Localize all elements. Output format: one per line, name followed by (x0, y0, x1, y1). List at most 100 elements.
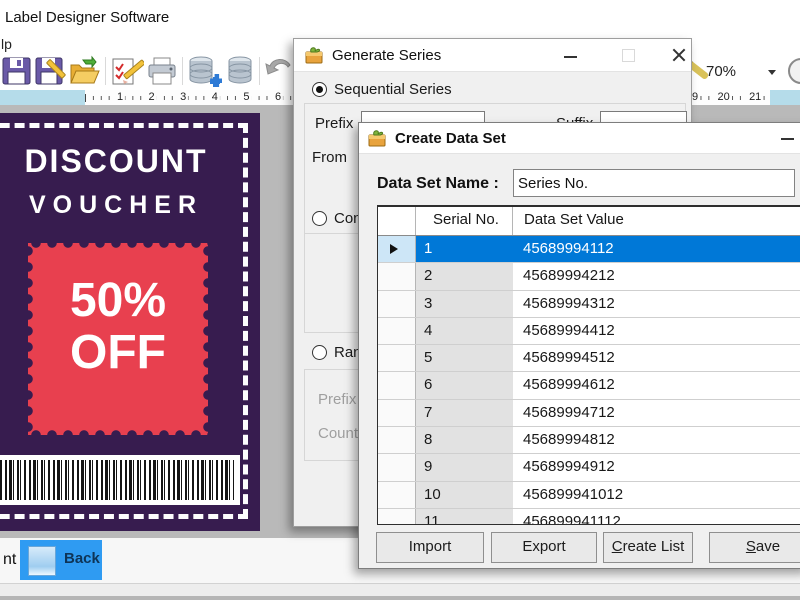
table-row[interactable]: 11 456899941112 (378, 508, 800, 524)
row-selector-cell[interactable] (378, 345, 416, 372)
radio-constant-series[interactable] (312, 211, 327, 226)
export-button[interactable]: Export (491, 532, 597, 563)
ruler-number: 20 (715, 91, 732, 104)
row-selector-cell[interactable] (378, 317, 416, 345)
maximize-button[interactable] (611, 42, 645, 66)
serial-cell[interactable]: 1 (416, 236, 521, 263)
serial-cell[interactable]: 2 (416, 263, 521, 290)
row-selector-cell[interactable] (378, 427, 416, 454)
serial-cell[interactable]: 8 (416, 427, 521, 454)
value-cell[interactable]: 45689994112 (513, 236, 800, 263)
value-cell[interactable]: 45689994312 (513, 290, 800, 317)
dialog-title: Generate Series (332, 47, 442, 64)
row-selector-cell[interactable] (378, 290, 416, 317)
serial-column-header[interactable]: Serial No. (433, 211, 499, 228)
row-selector-cell[interactable] (378, 508, 416, 524)
row-selector-cell[interactable] (378, 236, 416, 263)
value-cell[interactable]: 45689994212 (513, 263, 800, 290)
off-text: OFF (70, 326, 166, 379)
table-row[interactable]: 3 45689994312 (378, 290, 800, 318)
serial-cell[interactable]: 10 (416, 481, 521, 508)
dialog-title: Create Data Set (395, 130, 506, 147)
row-selector-cell[interactable] (378, 454, 416, 481)
barcode (0, 455, 240, 505)
discount-stamp: 50% OFF (28, 243, 208, 435)
dataset-table-header: Serial No. Data Set Value (378, 207, 800, 236)
import-button[interactable]: Import (376, 532, 484, 563)
close-button[interactable] (662, 42, 696, 66)
radio-random-series[interactable] (312, 345, 327, 360)
save-button[interactable]: Save (709, 532, 800, 563)
value-cell[interactable]: 45689994612 (513, 372, 800, 399)
value-column-header[interactable]: Data Set Value (524, 211, 624, 228)
toolbar-separator (259, 57, 260, 85)
prefix-disabled-label: Prefix (318, 391, 357, 408)
undo-icon[interactable] (263, 55, 295, 87)
radio-sequential-series[interactable] (312, 82, 327, 97)
serial-cell[interactable]: 5 (416, 345, 521, 372)
tab-front[interactable]: nt (3, 551, 16, 569)
table-row[interactable]: 8 45689994812 (378, 427, 800, 455)
toolbar-separator (105, 57, 106, 85)
serial-cell[interactable]: 9 (416, 454, 521, 481)
dataset-name-input[interactable] (513, 169, 795, 197)
table-row[interactable]: 2 45689994212 (378, 263, 800, 291)
table-row[interactable]: 6 45689994612 (378, 372, 800, 400)
serial-cell[interactable]: 7 (416, 399, 521, 427)
table-row[interactable]: 1 45689994112 (378, 236, 800, 264)
ruler-highlight (770, 90, 800, 105)
create-data-set-titlebar[interactable]: Create Data Set (359, 123, 800, 154)
value-cell[interactable]: 45689994512 (513, 345, 800, 372)
value-cell[interactable]: 45689994812 (513, 427, 800, 454)
menu-item-help[interactable]: lp (1, 36, 12, 52)
dataset-name-label: Data Set Name : (377, 175, 499, 192)
zoom-level-select[interactable]: 70% (700, 60, 786, 84)
serial-cell[interactable]: 6 (416, 372, 521, 399)
table-row[interactable]: 10 456899941012 (378, 481, 800, 509)
voucher-label-object[interactable]: DISCOUNT VOUCHER 50% OFF (0, 113, 260, 531)
print-icon[interactable] (146, 55, 178, 87)
prefix-label: Prefix (315, 115, 354, 132)
row-selector-cell[interactable] (378, 399, 416, 427)
statusbar (0, 583, 800, 597)
table-row[interactable]: 9 45689994912 (378, 454, 800, 482)
barcode-bars (0, 460, 234, 500)
serial-cell[interactable]: 11 (416, 508, 521, 524)
tab-back[interactable]: Back (20, 540, 102, 580)
row-selector-cell[interactable] (378, 481, 416, 508)
value-cell[interactable]: 456899941012 (513, 481, 800, 508)
save-as-icon[interactable] (34, 55, 66, 87)
serial-cell[interactable]: 4 (416, 317, 521, 345)
generate-series-titlebar[interactable]: Generate Series (294, 39, 691, 72)
row-selector-cell[interactable] (378, 263, 416, 290)
zoom-level-value: 70% (706, 63, 737, 80)
serial-cell[interactable]: 3 (416, 290, 521, 317)
ruler-number: 6 (272, 91, 284, 104)
row-selector-cell[interactable] (378, 372, 416, 399)
table-row[interactable]: 4 45689994412 (378, 317, 800, 346)
database-add-icon[interactable] (186, 55, 224, 88)
value-cell[interactable]: 456899941112 (513, 508, 800, 524)
ruler-number: 21 (747, 91, 764, 104)
window-titlebar: Label Designer Software (0, 0, 800, 32)
ruler-number: 4 (209, 91, 220, 104)
table-row[interactable]: 7 45689994712 (378, 399, 800, 428)
ruler-number: 5 (241, 91, 252, 104)
dataset-box-icon (368, 129, 387, 147)
statusbar-resize-strip (0, 596, 800, 600)
voucher-subtitle-text: VOUCHER (28, 191, 203, 219)
edit-label-icon[interactable] (110, 55, 146, 87)
minimize-button[interactable] (554, 42, 588, 66)
value-cell[interactable]: 45689994912 (513, 454, 800, 481)
value-cell[interactable]: 45689994412 (513, 317, 800, 345)
create-list-button[interactable]: Create List (603, 532, 693, 563)
minimize-button[interactable] (771, 124, 800, 148)
table-row[interactable]: 5 45689994512 (378, 345, 800, 373)
database-icon[interactable] (224, 55, 256, 87)
dataset-table-rows: 1 45689994112 2 45689994212 3 45689994312 4 456… (378, 236, 800, 524)
save-icon[interactable] (1, 55, 33, 87)
value-cell[interactable]: 45689994712 (513, 399, 800, 427)
tab-back-label: Back (64, 550, 100, 567)
minimize-icon (781, 138, 794, 140)
open-folder-icon[interactable] (68, 55, 100, 87)
